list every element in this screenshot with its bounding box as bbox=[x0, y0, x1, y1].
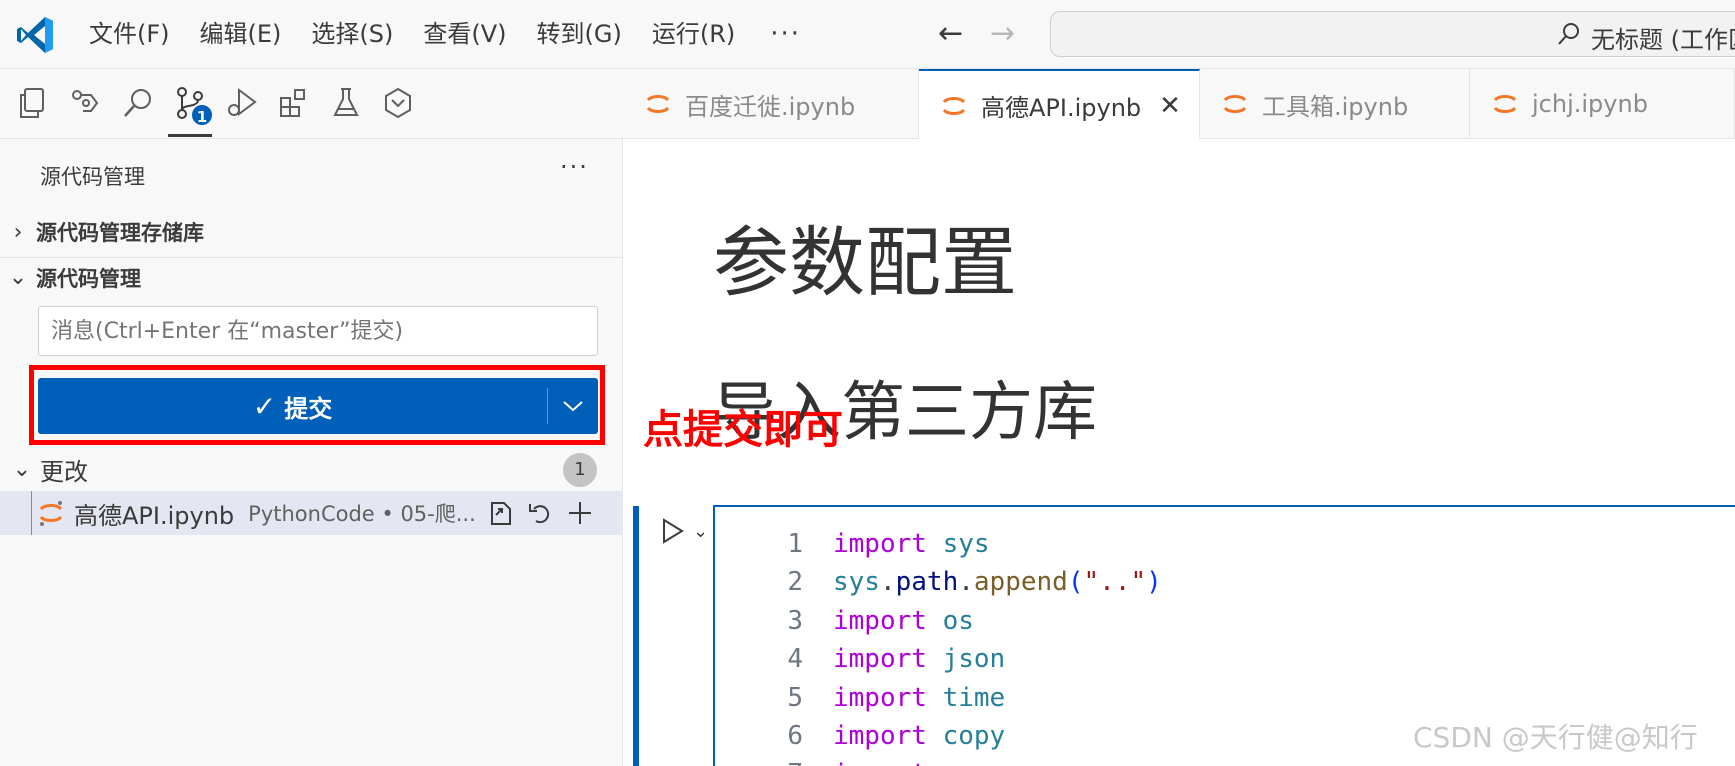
code-line: 3 import os bbox=[715, 606, 1715, 644]
tab-label: jchj.ipynb bbox=[1532, 90, 1648, 118]
code-text: import os bbox=[833, 605, 974, 636]
code-line: 5 import time bbox=[715, 683, 1715, 721]
jupyter-file-icon bbox=[646, 95, 670, 113]
code-text: import bbox=[833, 759, 927, 766]
annotation-text: 点提交即可 bbox=[643, 407, 843, 453]
menu-run[interactable]: 运行(R) bbox=[637, 0, 750, 69]
timeline-icon[interactable] bbox=[66, 83, 106, 123]
tab-jchj[interactable]: jchj.ipynb bbox=[1470, 69, 1735, 139]
run-options-chevron-icon[interactable]: ⌄ bbox=[693, 521, 708, 542]
markdown-heading-1: 参数配置 bbox=[713, 218, 1017, 307]
vscode-logo-icon bbox=[17, 17, 53, 53]
tab-toolbox[interactable]: 工具箱.ipynb bbox=[1200, 69, 1470, 139]
run-cell-button[interactable] bbox=[653, 511, 693, 551]
command-center[interactable]: 无标题 (工作区 bbox=[1050, 11, 1735, 57]
changes-group[interactable]: ⌄ 更改 1 bbox=[0, 447, 623, 491]
command-center-label: 无标题 (工作区 bbox=[1591, 26, 1735, 54]
changed-file-row[interactable]: 高德API.ipynb PythonCode • 05-爬... bbox=[0, 491, 623, 535]
sidebar-more-button[interactable]: ··· bbox=[560, 153, 589, 181]
chevron-right-icon: › bbox=[13, 219, 23, 245]
play-icon bbox=[663, 518, 684, 544]
code-line: 2 sys.path.append("..") bbox=[715, 567, 1715, 605]
changed-file-name: 高德API.ipynb bbox=[74, 501, 235, 530]
open-file-icon[interactable] bbox=[484, 497, 516, 529]
menu-selection[interactable]: 选择(S) bbox=[296, 0, 408, 69]
changes-count-badge: 1 bbox=[563, 453, 597, 487]
activity-bar: 1 bbox=[0, 69, 623, 139]
code-text: import sys bbox=[833, 529, 990, 559]
stage-changes-plus-icon[interactable] bbox=[564, 497, 596, 529]
source-control-sidebar: 源代码管理 ··· › 源代码管理存储库 ⌄ 源代码管理 ✓ 提交 ⌄ 更改 1… bbox=[0, 139, 623, 766]
line-number: 5 bbox=[787, 682, 803, 713]
section-repositories-label: 源代码管理存储库 bbox=[36, 221, 204, 245]
line-number: 4 bbox=[787, 644, 803, 675]
line-number: 6 bbox=[787, 721, 803, 751]
menu-go[interactable]: 转到(G) bbox=[522, 0, 637, 69]
cell-focus-indicator bbox=[633, 506, 639, 766]
changed-file-path: PythonCode • 05-爬... bbox=[248, 502, 476, 526]
code-line: 4 import json bbox=[715, 644, 1715, 682]
testing-flask-icon[interactable] bbox=[326, 83, 366, 123]
source-control-badge: 1 bbox=[190, 103, 214, 127]
copilot-icon[interactable] bbox=[378, 83, 418, 123]
commit-message-input[interactable] bbox=[38, 306, 598, 356]
title-bar: 文件(F) 编辑(E) 选择(S) 查看(V) 转到(G) 运行(R) ··· … bbox=[0, 0, 1735, 69]
explorer-icon[interactable] bbox=[14, 83, 54, 123]
tree-indent-guide bbox=[31, 491, 32, 535]
line-number: 3 bbox=[787, 605, 803, 636]
section-source-control[interactable]: ⌄ 源代码管理 bbox=[0, 257, 623, 297]
menu-view[interactable]: 查看(V) bbox=[408, 0, 521, 69]
tab-label: 工具箱.ipynb bbox=[1262, 92, 1409, 121]
forward-arrow-icon[interactable]: → bbox=[990, 16, 1015, 51]
jupyter-file-icon bbox=[1223, 95, 1247, 113]
jupyter-file-icon bbox=[39, 501, 63, 526]
code-line: 7 import bbox=[715, 759, 1715, 766]
code-line: 1 import sys bbox=[715, 529, 1715, 567]
search-icon[interactable] bbox=[118, 83, 158, 123]
jupyter-file-icon bbox=[942, 96, 966, 115]
watermark: CSDN @天行健@知行 bbox=[1413, 721, 1698, 754]
section-repositories[interactable]: › 源代码管理存储库 bbox=[0, 212, 623, 252]
tab-baidu-migration[interactable]: 百度迁徙.ipynb bbox=[623, 69, 919, 139]
menu-more-button[interactable]: ··· bbox=[750, 0, 821, 69]
code-text: sys.path.append("..") bbox=[833, 567, 1162, 598]
jupyter-file-icon bbox=[1493, 95, 1517, 113]
close-icon[interactable]: ✕ bbox=[1159, 91, 1181, 121]
back-arrow-icon[interactable]: ← bbox=[938, 16, 963, 51]
section-source-control-label: 源代码管理 bbox=[36, 266, 141, 291]
code-text: import time bbox=[833, 682, 1006, 713]
file-actions bbox=[484, 497, 596, 529]
code-text: import json bbox=[833, 644, 1006, 675]
menu-edit[interactable]: 编辑(E) bbox=[185, 0, 297, 69]
run-debug-icon[interactable] bbox=[222, 83, 262, 123]
tab-label: 高德API.ipynb bbox=[981, 94, 1142, 122]
line-number: 2 bbox=[787, 567, 803, 598]
changes-label: 更改 bbox=[40, 457, 88, 486]
line-number: 7 bbox=[715, 759, 803, 766]
annotation-highlight-box bbox=[29, 365, 605, 445]
discard-changes-icon[interactable] bbox=[524, 497, 556, 529]
line-number: 1 bbox=[787, 529, 803, 559]
search-icon bbox=[1558, 23, 1579, 45]
extensions-icon[interactable] bbox=[274, 83, 314, 123]
tab-label: 百度迁徙.ipynb bbox=[685, 92, 856, 121]
chevron-down-icon: ⌄ bbox=[12, 456, 32, 482]
editor-tabs: 百度迁徙.ipynb 高德API.ipynb ✕ 工具箱.ipynb jchj.… bbox=[623, 69, 1735, 140]
menu-bar: 文件(F) 编辑(E) 选择(S) 查看(V) 转到(G) 运行(R) ··· bbox=[74, 0, 821, 69]
menu-file[interactable]: 文件(F) bbox=[74, 0, 185, 69]
sidebar-title: 源代码管理 bbox=[40, 165, 145, 189]
source-control-icon[interactable]: 1 bbox=[168, 83, 214, 137]
code-text: import copy bbox=[833, 721, 1006, 751]
tab-gaode-api[interactable]: 高德API.ipynb ✕ bbox=[919, 69, 1200, 140]
chevron-down-icon: ⌄ bbox=[8, 265, 28, 290]
